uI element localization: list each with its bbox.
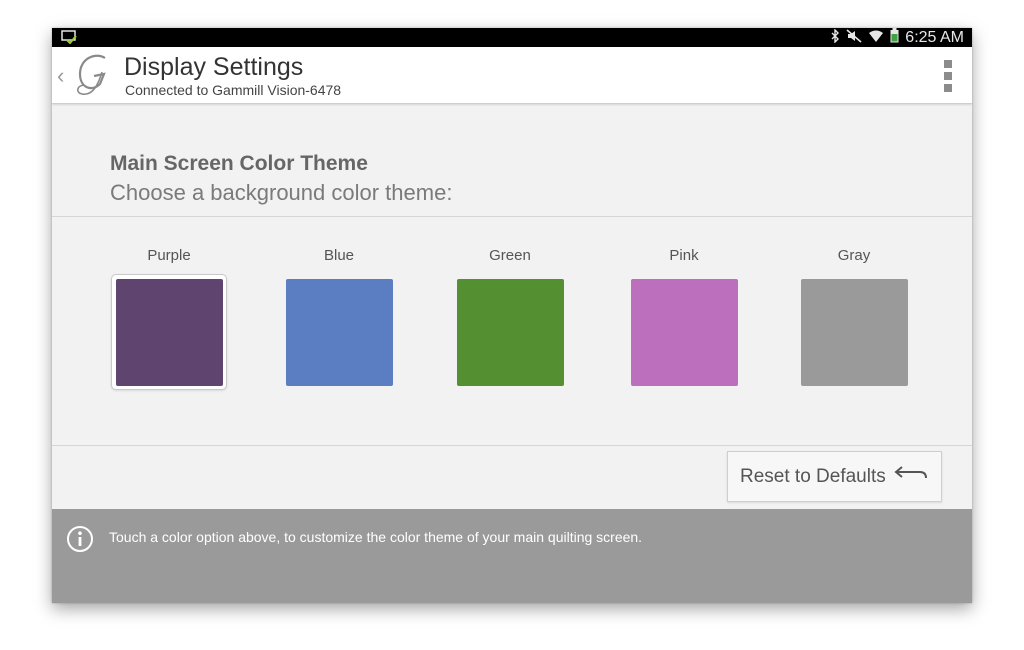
swatch-frame[interactable] (281, 274, 397, 390)
screen-notification-icon (61, 30, 77, 48)
wifi-icon (868, 29, 884, 47)
theme-label: Blue (323, 247, 355, 264)
undo-arrow-icon (894, 465, 928, 488)
device-screen: 6:25 AM ‹ Display Settings Connected to … (52, 28, 972, 603)
action-bar: ‹ Display Settings Connected to Gammill … (52, 47, 972, 104)
back-chevron-icon[interactable]: ‹ (57, 63, 64, 89)
theme-option-blue[interactable]: Blue (274, 246, 404, 390)
mute-icon (846, 28, 862, 47)
theme-label: Gray (837, 247, 871, 264)
theme-label: Purple (147, 247, 191, 264)
color-swatch[interactable] (285, 278, 393, 386)
color-swatch[interactable] (115, 278, 223, 386)
status-bar: 6:25 AM (52, 28, 972, 47)
selected-swatch-frame[interactable] (111, 274, 227, 390)
theme-label: Green (489, 247, 531, 264)
theme-option-purple[interactable]: Purple (104, 246, 234, 390)
divider (52, 216, 972, 217)
page-title: Display Settings (124, 53, 304, 81)
reset-to-defaults-button[interactable]: Reset to Defaults (727, 451, 942, 502)
overflow-menu-icon[interactable] (944, 60, 952, 92)
info-icon (66, 525, 94, 553)
swatch-frame[interactable] (796, 274, 912, 390)
reset-button-label: Reset to Defaults (740, 465, 886, 487)
color-swatch[interactable] (630, 278, 738, 386)
divider (52, 445, 972, 446)
gammill-logo-icon[interactable] (72, 52, 112, 98)
info-bar: Touch a color option above, to customize… (52, 509, 972, 603)
color-swatch[interactable] (800, 278, 908, 386)
swatch-frame[interactable] (626, 274, 742, 390)
connection-status: Connected to Gammill Vision-6478 (125, 82, 342, 98)
bluetooth-icon (830, 28, 840, 47)
theme-option-gray[interactable]: Gray (789, 246, 919, 390)
info-message: Touch a color option above, to customize… (109, 529, 643, 545)
status-time: 6:25 AM (905, 28, 964, 46)
theme-option-green[interactable]: Green (445, 246, 575, 390)
theme-option-pink[interactable]: Pink (619, 246, 749, 390)
section-subtitle: Choose a background color theme: (110, 180, 453, 205)
theme-label: Pink (669, 247, 699, 264)
section-title: Main Screen Color Theme (110, 152, 368, 175)
color-swatch[interactable] (456, 278, 564, 386)
battery-icon (890, 28, 899, 47)
swatch-frame[interactable] (452, 274, 568, 390)
